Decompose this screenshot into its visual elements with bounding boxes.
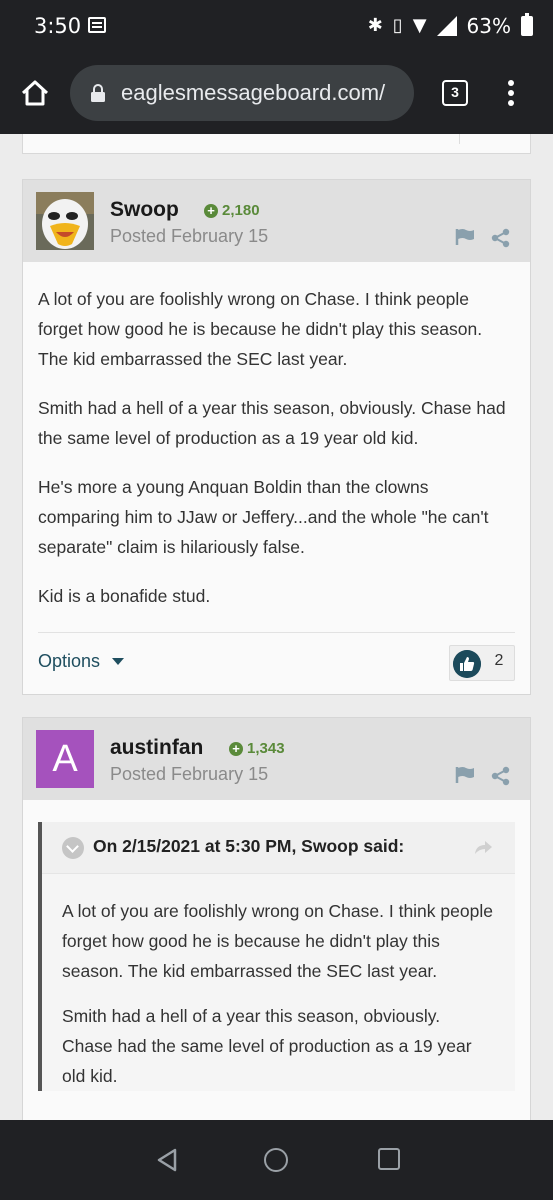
tab-switcher-button[interactable]: 3 xyxy=(442,80,468,106)
more-menu-icon[interactable] xyxy=(506,80,516,108)
wifi-icon: ▼ xyxy=(412,15,427,36)
recents-icon[interactable] xyxy=(378,1148,400,1170)
vibrate-icon: ▯ xyxy=(392,15,403,36)
post-header: A austinfan + 1,343 Posted February 15 xyxy=(23,718,530,800)
forum-post: A austinfan + 1,343 Posted February 15 O… xyxy=(22,717,531,1120)
home-button-icon[interactable] xyxy=(264,1148,288,1172)
lock-icon xyxy=(91,84,105,102)
battery-icon xyxy=(521,13,533,36)
post-date[interactable]: Posted February 15 xyxy=(110,764,268,785)
signal-icon xyxy=(436,16,457,36)
status-indicators: ✱ ▯ ▼ 63% xyxy=(367,13,533,38)
bluetooth-icon: ✱ xyxy=(367,15,383,36)
flag-icon[interactable] xyxy=(455,766,475,784)
quote-body: A lot of you are foolishly wrong on Chas… xyxy=(42,874,515,1091)
quote-header: On 2/15/2021 at 5:30 PM, Swoop said: xyxy=(42,822,515,874)
avatar[interactable] xyxy=(36,192,94,250)
post-body: A lot of you are foolishly wrong on Chas… xyxy=(23,262,530,611)
system-navigation-bar xyxy=(0,1120,553,1200)
message-icon xyxy=(88,17,106,33)
author-name[interactable]: Swoop xyxy=(110,198,179,222)
status-time: 3:50 xyxy=(34,14,82,38)
quote-paragraph: Smith had a hell of a year this season, … xyxy=(62,1006,472,1086)
browser-toolbar: eaglesmessageboard.com/ 3 xyxy=(0,52,553,134)
quote-citation: On 2/15/2021 at 5:30 PM, Swoop said: xyxy=(93,836,405,856)
quote-paragraph: A lot of you are foolishly wrong on Chas… xyxy=(62,901,493,981)
quoted-post: On 2/15/2021 at 5:30 PM, Swoop said: A l… xyxy=(38,822,515,1091)
plus-icon: + xyxy=(204,203,218,218)
options-label: Options xyxy=(38,651,101,671)
status-bar: 3:50 ✱ ▯ ▼ 63% xyxy=(0,0,553,52)
thumbs-up-icon[interactable] xyxy=(453,650,481,678)
like-count: 2 xyxy=(494,652,504,669)
author-name[interactable]: austinfan xyxy=(110,736,203,760)
reputation-count: 2,180 xyxy=(222,202,260,219)
url-text: eaglesmessageboard.com/ xyxy=(121,80,386,105)
avatar[interactable]: A xyxy=(36,730,94,788)
post-date[interactable]: Posted February 15 xyxy=(110,226,268,247)
reputation-badge: + 1,343 xyxy=(229,740,285,757)
flag-icon[interactable] xyxy=(455,228,475,246)
address-bar[interactable]: eaglesmessageboard.com/ xyxy=(70,65,414,121)
forum-post: Swoop + 2,180 Posted February 15 A lot o… xyxy=(22,179,531,695)
collapse-toggle-icon[interactable] xyxy=(62,837,84,859)
plus-icon: + xyxy=(229,741,243,756)
share-icon[interactable] xyxy=(491,228,511,248)
battery-percent: 63% xyxy=(466,14,511,38)
post-paragraph: He's more a young Anquan Boldin than the… xyxy=(38,477,489,557)
home-icon[interactable] xyxy=(20,80,50,106)
post-paragraph: Kid is a bonafide stud. xyxy=(38,586,211,606)
go-to-quote-icon[interactable] xyxy=(473,838,493,856)
options-menu-button[interactable]: Options xyxy=(38,651,125,672)
previous-post-footer xyxy=(22,134,531,154)
post-paragraph: Smith had a hell of a year this season, … xyxy=(38,398,506,448)
reputation-badge: + 2,180 xyxy=(204,202,260,219)
post-paragraph: A lot of you are foolishly wrong on Chas… xyxy=(38,289,483,369)
share-icon[interactable] xyxy=(491,766,511,786)
post-header: Swoop + 2,180 Posted February 15 xyxy=(23,180,530,262)
post-footer: Options 2 xyxy=(38,632,515,694)
back-icon[interactable] xyxy=(155,1147,179,1173)
page-content: Swoop + 2,180 Posted February 15 A lot o… xyxy=(0,134,553,1120)
reputation-count: 1,343 xyxy=(247,740,285,757)
reaction-box[interactable]: 2 xyxy=(449,645,515,681)
caret-down-icon xyxy=(112,658,125,665)
